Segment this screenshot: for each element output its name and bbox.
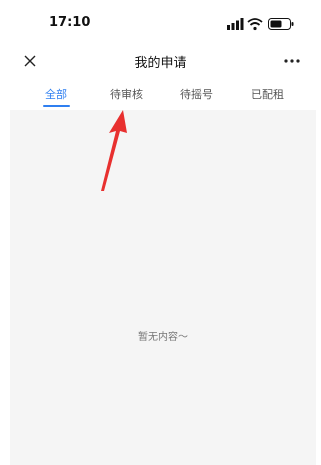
page-title: 我的申请 (134, 56, 187, 71)
content-area: 暂无内容～ (10, 110, 316, 465)
tab-pending-review[interactable]: 待审核 (110, 86, 143, 102)
signal-icon (227, 18, 244, 30)
active-tab-indicator (43, 105, 70, 107)
tab-pending-lottery[interactable]: 待摇号 (180, 86, 213, 102)
more-icon (284, 59, 300, 63)
tab-all[interactable]: 全部 (45, 86, 67, 102)
empty-message: 暂无内容～ (138, 332, 188, 343)
tab-allocated[interactable]: 已配租 (251, 86, 284, 102)
status-time: 17:10 (49, 15, 91, 30)
status-icons (227, 16, 299, 31)
battery-icon (268, 18, 294, 30)
wifi-icon (247, 18, 263, 31)
nav-bar: 我的申请 (0, 46, 321, 76)
status-bar: 17:10 (0, 0, 321, 46)
more-button[interactable] (281, 51, 303, 71)
